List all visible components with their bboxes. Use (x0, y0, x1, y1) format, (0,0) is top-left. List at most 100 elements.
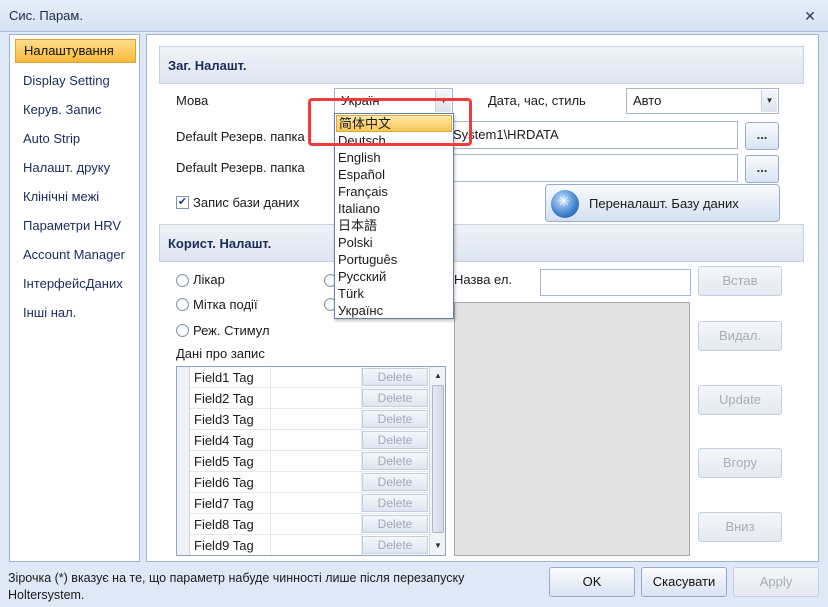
element-name-label: Назва ел. (454, 272, 513, 287)
field-value-cell[interactable] (270, 472, 362, 493)
browse-folder-1-button[interactable]: ... (745, 122, 779, 150)
sidebar-item-account-manager[interactable]: Account Manager (15, 243, 136, 267)
datetime-label: Дата, час, стиль (488, 93, 586, 108)
table-row[interactable]: Field6 Tag Delete (177, 472, 429, 493)
reset-database-button[interactable]: Переналашт. Базу даних (545, 184, 780, 222)
language-dropdown-list[interactable]: 简体中文 Deutsch English Español Français It… (334, 113, 454, 319)
datetime-value: Авто (633, 93, 662, 108)
table-row[interactable]: Field8 Tag Delete (177, 514, 429, 535)
browse-folder-2-button[interactable]: ... (745, 155, 779, 183)
move-down-button[interactable]: Вниз (698, 512, 782, 542)
radio-doctor[interactable] (176, 274, 189, 287)
backup-folder-2-label: Default Резерв. папка (176, 160, 305, 175)
radio-event-mark-label: Мітка події (193, 297, 258, 312)
record-fields-grid: Field1 Tag Delete Field2 Tag Delete Field3… (176, 366, 446, 556)
field-value-cell[interactable] (270, 493, 362, 514)
remove-button[interactable]: Видал. (698, 321, 782, 351)
language-option[interactable]: Українс (336, 302, 452, 319)
datetime-combo[interactable]: Авто ▼ (626, 88, 779, 114)
apply-button[interactable]: Apply (733, 567, 819, 597)
field-value-cell[interactable] (270, 451, 362, 472)
delete-button[interactable]: Delete (362, 494, 428, 512)
sidebar-item-print-settings[interactable]: Налашт. друку (15, 156, 136, 180)
chevron-down-icon[interactable]: ▼ (761, 90, 777, 112)
window-title: Сис. Парам. (9, 8, 83, 23)
language-option[interactable]: Русский (336, 268, 452, 285)
sidebar-item-hrv-params[interactable]: Параметри HRV (15, 214, 136, 238)
field-value-cell[interactable] (270, 388, 362, 409)
radio-doctor-label: Лікар (193, 272, 225, 287)
field-value-cell[interactable] (270, 430, 362, 451)
general-section-header: Заг. Налашт. (159, 46, 804, 84)
field-value-cell[interactable] (270, 535, 362, 555)
language-combo[interactable]: Україн ▼ (334, 88, 453, 114)
radio-event-mark[interactable] (176, 298, 189, 311)
table-row[interactable]: Field2 Tag Delete (177, 388, 429, 409)
user-section-header: Корист. Налашт. (159, 224, 804, 262)
ok-button[interactable]: OK (549, 567, 635, 597)
scroll-up-icon[interactable]: ▲ (432, 370, 444, 382)
language-option[interactable]: 简体中文 (336, 115, 452, 132)
update-button[interactable]: Update (698, 385, 782, 415)
table-row[interactable]: Field7 Tag Delete (177, 493, 429, 514)
restart-note: Зірочка (*) вказує на те, що параметр на… (8, 571, 465, 602)
language-option[interactable]: Español (336, 166, 452, 183)
field-tag: Field4 Tag (194, 433, 254, 448)
database-reset-icon (551, 190, 579, 218)
delete-button[interactable]: Delete (362, 452, 428, 470)
field-tag: Field8 Tag (194, 517, 254, 532)
close-icon[interactable]: ✕ (801, 7, 819, 25)
language-option[interactable]: Türk (336, 285, 452, 302)
language-option[interactable]: Français (336, 183, 452, 200)
field-value-cell[interactable] (270, 514, 362, 535)
sidebar-item-clinical-limits[interactable]: Клінічні межі (15, 185, 136, 209)
language-option[interactable]: Deutsch (336, 132, 452, 149)
element-name-field[interactable] (540, 269, 691, 296)
field-value-cell[interactable] (270, 367, 362, 388)
delete-button[interactable]: Delete (362, 410, 428, 428)
language-option[interactable]: English (336, 149, 452, 166)
sidebar-item-auto-strip[interactable]: Auto Strip (15, 127, 136, 151)
table-row[interactable]: Field5 Tag Delete (177, 451, 429, 472)
move-up-button[interactable]: Вгору (698, 448, 782, 478)
field-tag: Field1 Tag (194, 370, 254, 385)
delete-button[interactable]: Delete (362, 431, 428, 449)
delete-button[interactable]: Delete (362, 389, 428, 407)
language-option[interactable]: 日本語 (336, 217, 452, 234)
sidebar-item-display-setting[interactable]: Display Setting (15, 69, 136, 93)
db-record-checkbox[interactable]: ✔ (176, 196, 189, 209)
sidebar: Налаштування Display Setting Керув. Запи… (9, 34, 140, 562)
delete-button[interactable]: Delete (362, 515, 428, 533)
chevron-down-icon[interactable]: ▼ (435, 90, 451, 112)
delete-button[interactable]: Delete (362, 368, 428, 386)
scroll-thumb[interactable] (432, 385, 444, 533)
grid-scrollbar[interactable]: ▲ ▼ (429, 367, 445, 555)
title-bar (0, 0, 828, 32)
sidebar-item-other[interactable]: Інші нал. (15, 301, 136, 325)
table-row[interactable]: Field3 Tag Delete (177, 409, 429, 430)
sidebar-item-data-interface[interactable]: ІнтерфейсДаних (15, 272, 136, 296)
record-data-label: Дані про запис (176, 346, 265, 361)
table-row[interactable]: Field4 Tag Delete (177, 430, 429, 451)
field-tag: Field3 Tag (194, 412, 254, 427)
language-option[interactable]: Italiano (336, 200, 452, 217)
insert-button[interactable]: Встав (698, 266, 782, 296)
delete-button[interactable]: Delete (362, 473, 428, 491)
element-list[interactable] (454, 302, 690, 556)
backup-folder-1-label: Default Резерв. папка (176, 129, 305, 144)
table-row[interactable]: Field1 Tag Delete (177, 367, 429, 388)
field-tag: Field9 Tag (194, 538, 254, 553)
field-tag: Field5 Tag (194, 454, 254, 469)
sidebar-item-settings[interactable]: Налаштування (15, 39, 136, 63)
field-value-cell[interactable] (270, 409, 362, 430)
reset-database-label: Переналашт. Базу даних (589, 196, 739, 211)
radio-stim-mode[interactable] (176, 324, 189, 337)
delete-button[interactable]: Delete (362, 536, 428, 554)
language-option[interactable]: Polski (336, 234, 452, 251)
sidebar-item-record-control[interactable]: Керув. Запис (15, 98, 136, 122)
language-option[interactable]: Português (336, 251, 452, 268)
db-record-label: Запис бази даних (193, 195, 300, 210)
cancel-button[interactable]: Скасувати (641, 567, 727, 597)
table-row[interactable]: Field9 Tag Delete (177, 535, 429, 555)
scroll-down-icon[interactable]: ▼ (432, 540, 444, 552)
